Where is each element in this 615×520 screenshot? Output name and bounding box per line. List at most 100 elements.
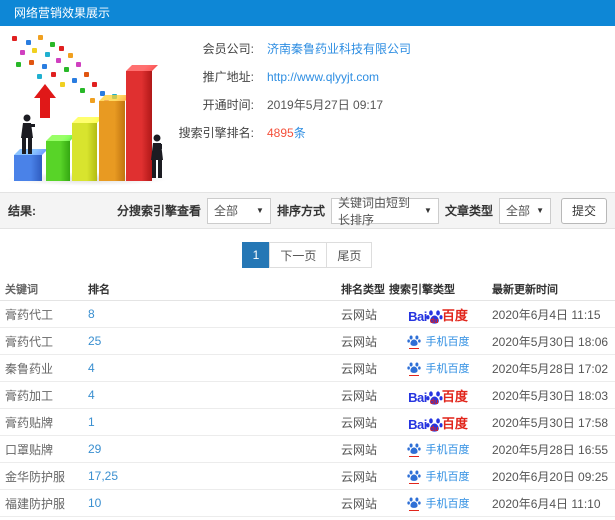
- illustration-bar-green: [46, 141, 70, 181]
- confetti-decoration: [12, 36, 17, 41]
- rank-link[interactable]: 4: [88, 388, 95, 402]
- rank-link[interactable]: 25: [88, 334, 101, 348]
- table-row: 膏药加工 4 云网站 Bai du 百度 2020年5月30日 18:03: [0, 382, 615, 409]
- keyword-cell: 膏药贴牌: [5, 415, 54, 430]
- table-row: 膏药代工 25 云网站 Bai du 百度: [0, 328, 615, 355]
- chevron-down-icon: ▼: [424, 206, 432, 215]
- engine-rank-label: 搜索引擎排名:: [178, 126, 254, 140]
- mobile-baidu-paw-icon: [406, 496, 421, 511]
- article-type-label: 文章类型: [444, 204, 493, 218]
- update-time-cell: 2020年5月28日 16:55: [492, 442, 609, 457]
- baidu-paw-icon: du: [426, 416, 443, 432]
- engine-rank-count: 4895: [267, 126, 294, 140]
- update-time-cell: 2020年5月30日 17:58: [492, 415, 609, 430]
- title-bar: 网络营销效果展示: [0, 0, 615, 26]
- mobile-baidu-label: 手机百度: [425, 498, 470, 510]
- header-rank-type: 排名类型: [341, 283, 385, 296]
- baidu-logo-cn: 百度: [441, 415, 468, 431]
- baidu-logo-du: du: [429, 317, 439, 324]
- header-update-time: 最新更新时间: [492, 283, 558, 296]
- rank-link[interactable]: 17,25: [88, 469, 118, 483]
- table-row: 膏药贴牌 1 云网站 Bai du 百度 2020年5月30日 17:58: [0, 409, 615, 436]
- rank-type-cell: 云网站: [341, 469, 378, 484]
- engine-rank-unit: 条: [293, 126, 306, 140]
- baidu-logo-bai: Bai: [408, 389, 427, 405]
- engine-cell: Bai du 百度: [389, 305, 487, 324]
- last-page-button[interactable]: 尾页: [326, 242, 373, 268]
- sort-value: 关键词由短到长排序: [337, 195, 410, 227]
- info-row-company: 会员公司: 济南秦鲁药业科技有限公司: [178, 38, 615, 59]
- rank-link[interactable]: 8: [88, 307, 95, 321]
- rank-link[interactable]: 1: [88, 415, 95, 429]
- page-button-1[interactable]: 1: [241, 242, 271, 268]
- submit-button[interactable]: 提交: [560, 197, 607, 224]
- keyword-cell: 金华防护服: [5, 469, 66, 484]
- update-time-cell: 2020年5月30日 18:03: [492, 388, 609, 403]
- growth-arrow-icon: [34, 84, 56, 118]
- company-info-section: 会员公司: 济南秦鲁药业科技有限公司 推广地址: http://www.qlyy…: [0, 26, 615, 192]
- chevron-down-icon: ▼: [256, 206, 264, 215]
- table-row: 福建防护服 10 云网站 Bai du 百度: [0, 490, 615, 517]
- header-keyword: 关键词: [5, 283, 38, 296]
- engine-cell: Bai du 百度: [389, 495, 487, 511]
- engine-cell: Bai du 百度: [389, 413, 487, 432]
- illustration-bar-blue: [14, 155, 42, 181]
- filter-bar: 结果: 分搜索引擎查看 全部 ▼ 排序方式 关键词由短到长排序 ▼ 文章类型 全…: [0, 192, 615, 229]
- mobile-baidu-badge: 手机百度: [406, 468, 470, 484]
- table-row: 膏药代工 8 云网站 Bai du 百度 2020年6月4日 11:15: [0, 301, 615, 328]
- baidu-logo: Bai du 百度: [408, 386, 468, 405]
- company-label: 会员公司:: [202, 42, 254, 56]
- article-type-select[interactable]: 全部 ▼: [498, 197, 551, 224]
- rank-link[interactable]: 10: [88, 496, 101, 510]
- mobile-baidu-label: 手机百度: [425, 471, 470, 483]
- info-row-engine-rank: 搜索引擎排名: 4895条: [178, 122, 615, 143]
- company-name-link[interactable]: 济南秦鲁药业科技有限公司: [267, 40, 411, 57]
- rank-link[interactable]: 29: [88, 442, 101, 456]
- rank-type-cell: 云网站: [341, 388, 378, 403]
- next-page-button[interactable]: 下一页: [269, 242, 328, 268]
- mobile-baidu-paw-icon: [406, 361, 421, 376]
- baidu-paw-icon: du: [426, 389, 443, 405]
- results-table: 关键词 排名 排名类型 搜索引擎类型 最新更新时间 膏药代工 8 云网站 Bai: [0, 277, 615, 520]
- page-title: 网络营销效果展示: [14, 6, 111, 20]
- rank-link[interactable]: 4: [88, 361, 95, 375]
- marketing-report-page: 网络营销效果展示 会员公司: 济南秦鲁药业科技有限公司 推广地址: http:/…: [0, 0, 615, 520]
- engine-cell: Bai du 百度: [389, 360, 487, 376]
- mobile-baidu-paw-icon: [406, 334, 421, 349]
- keyword-cell: 福建防护服: [5, 496, 66, 511]
- illustration-bar-orange: [99, 101, 125, 181]
- baidu-paw-icon: du: [426, 308, 443, 324]
- engine-cell: Bai du 百度: [389, 386, 487, 405]
- mobile-baidu-badge: 手机百度: [406, 441, 470, 457]
- table-body: 膏药代工 8 云网站 Bai du 百度 2020年6月4日 11:15 膏药代…: [0, 301, 615, 520]
- businessman-figure-left: [21, 114, 35, 154]
- sort-select[interactable]: 关键词由短到长排序 ▼: [330, 196, 439, 227]
- mobile-baidu-badge: 手机百度: [406, 495, 470, 511]
- rank-type-cell: 云网站: [341, 334, 378, 349]
- pagination: 1 下一页 尾页: [0, 242, 615, 268]
- article-type-value: 全部: [505, 204, 530, 218]
- mobile-baidu-label: 手机百度: [425, 444, 470, 456]
- keyword-cell: 秦鲁药业: [5, 361, 54, 376]
- engine-filter-value: 全部: [213, 204, 238, 218]
- result-label: 结果:: [8, 204, 36, 218]
- engine-cell: Bai du 百度: [389, 441, 487, 457]
- table-row: 秦鲁药业 4 云网站 Bai du 百度: [0, 355, 615, 382]
- engine-filter-select[interactable]: 全部 ▼: [206, 197, 271, 224]
- rank-type-cell: 云网站: [341, 496, 378, 511]
- baidu-logo-bai: Bai: [408, 416, 427, 432]
- rank-type-cell: 云网站: [341, 361, 378, 376]
- mobile-baidu-label: 手机百度: [425, 336, 470, 348]
- mobile-baidu-badge: 手机百度: [406, 333, 470, 349]
- mobile-baidu-paw-icon: [406, 442, 421, 457]
- mobile-baidu-label: 手机百度: [425, 363, 470, 375]
- baidu-logo-du: du: [429, 425, 439, 432]
- open-time-label: 开通时间:: [202, 98, 254, 112]
- info-row-open-time: 开通时间: 2019年5月27日 09:17: [178, 94, 615, 115]
- promo-url-link[interactable]: http://www.qlyyjt.com: [267, 70, 379, 84]
- header-engine-type: 搜索引擎类型: [389, 283, 455, 296]
- keyword-cell: 膏药代工: [5, 334, 54, 349]
- keyword-cell: 膏药代工: [5, 307, 54, 322]
- update-time-cell: 2020年5月28日 17:02: [492, 361, 609, 376]
- table-header-row: 关键词 排名 排名类型 搜索引擎类型 最新更新时间: [0, 277, 615, 301]
